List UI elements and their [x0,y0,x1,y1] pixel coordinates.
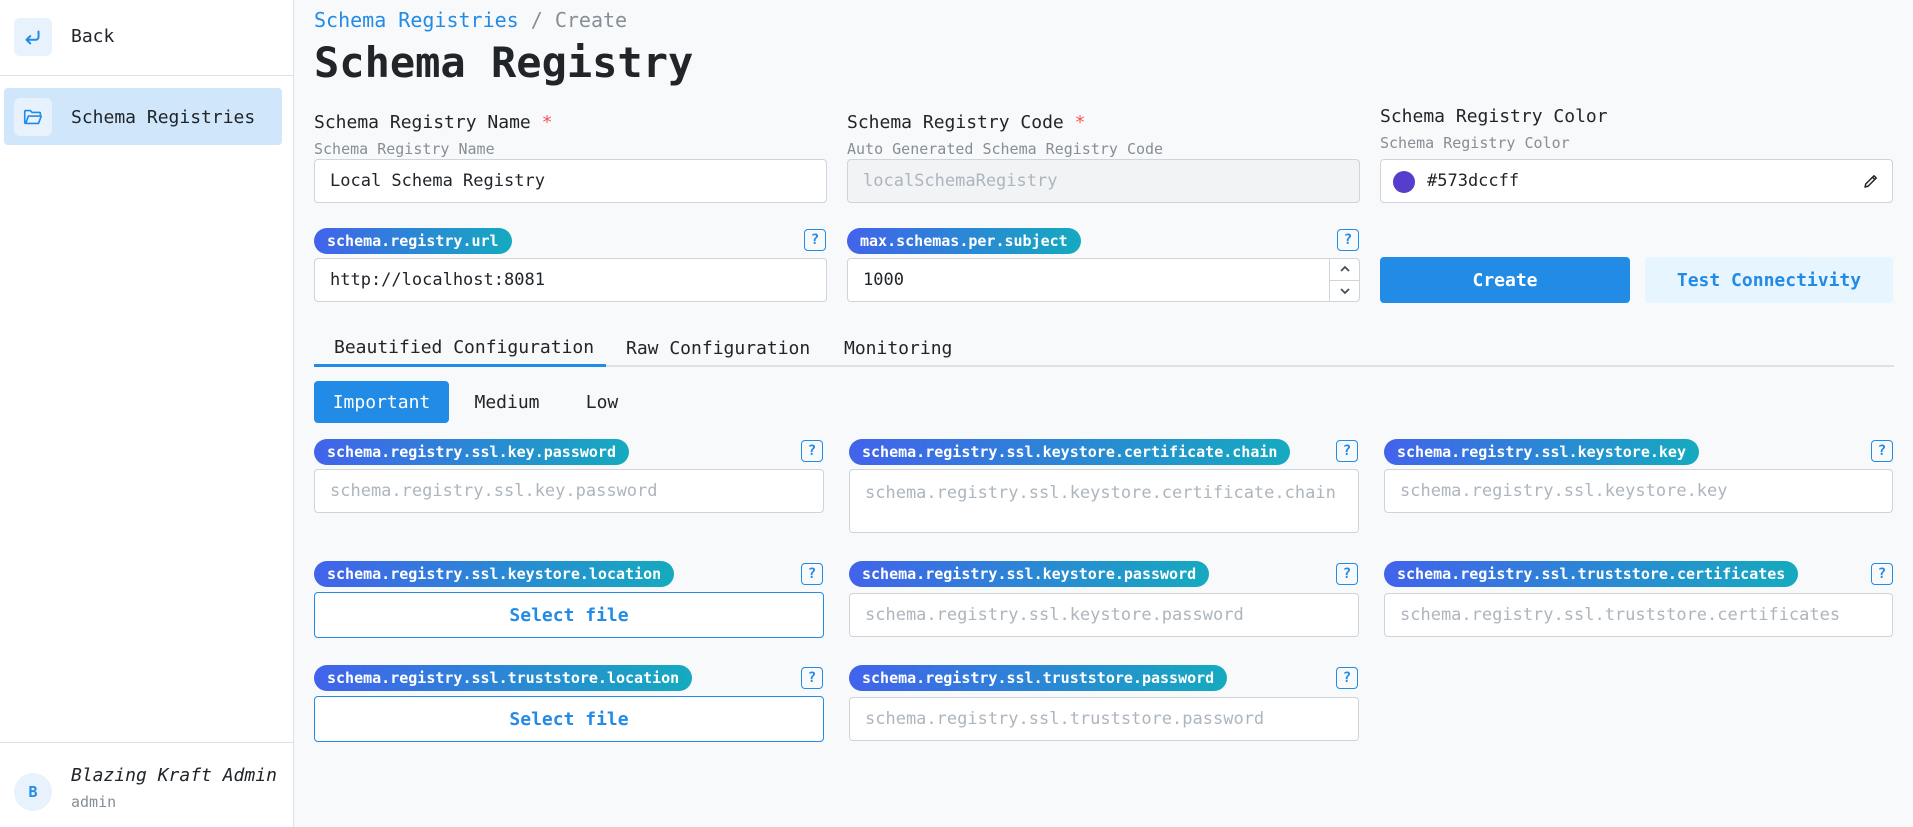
code-description: Auto Generated Schema Registry Code [847,140,1164,158]
help-icon[interactable]: ? [1337,229,1359,251]
back-arrow-icon [14,18,52,56]
back-label: Back [71,26,115,47]
ssl-keystore-certificate-chain-input[interactable]: schema.registry.ssl.keystore.certificate… [849,469,1359,533]
help-icon[interactable]: ? [801,667,823,689]
sidebar-item-label: Schema Registries [71,107,256,128]
name-label-text: Schema Registry Name [314,112,531,133]
color-swatch [1393,171,1415,193]
sidebar-item-schema-registries[interactable]: Schema Registries [4,88,282,145]
help-icon[interactable]: ? [1336,667,1358,689]
ssl-keystore-location-select-file-button[interactable]: Select file [314,592,824,638]
stepper-down-chevron-icon[interactable] [1330,279,1359,303]
help-icon[interactable]: ? [801,440,823,462]
segment-medium[interactable]: Medium [460,381,554,423]
user-role: admin [71,793,117,811]
code-input: localSchemaRegistry [847,159,1360,203]
ssl-keystore-password-tag: schema.registry.ssl.keystore.password [849,561,1210,587]
back-button[interactable]: Back [0,0,294,76]
sidebar: Back Schema Registries B Blazing Kraft A… [0,0,294,827]
test-connectivity-button[interactable]: Test Connectivity [1645,257,1893,303]
color-description: Schema Registry Color [1380,134,1570,152]
ssl-truststore-password-input[interactable]: schema.registry.ssl.truststore.password [849,697,1359,741]
segment-low[interactable]: Low [566,381,638,423]
ssl-keystore-key-input[interactable]: schema.registry.ssl.keystore.key [1384,469,1893,513]
help-icon[interactable]: ? [1871,440,1893,462]
required-marker: * [1074,112,1086,133]
required-marker: * [541,112,553,133]
user-panel[interactable]: B Blazing Kraft Admin admin [0,742,294,827]
ssl-truststore-certificates-input[interactable]: schema.registry.ssl.truststore.certifica… [1384,593,1893,637]
color-input[interactable]: #573dccff [1380,159,1893,203]
ssl-keystore-location-tag: schema.registry.ssl.keystore.location [314,561,675,587]
max-schemas-tag: max.schemas.per.subject [847,228,1081,254]
help-icon[interactable]: ? [1871,563,1893,585]
avatar: B [14,773,52,811]
code-label-text: Schema Registry Code [847,112,1064,133]
ssl-keystore-certificate-chain-tag: schema.registry.ssl.keystore.certificate… [849,439,1291,465]
help-icon[interactable]: ? [1336,440,1358,462]
name-label: Schema Registry Name * [314,112,552,133]
ssl-truststore-password-tag: schema.registry.ssl.truststore.password [849,665,1228,691]
ssl-truststore-location-select-file-button[interactable]: Select file [314,696,824,742]
folder-icon [14,98,52,136]
breadcrumb: Schema Registries / Create [314,8,627,32]
breadcrumb-link[interactable]: Schema Registries [314,8,519,32]
ssl-truststore-certificates-tag: schema.registry.ssl.truststore.certifica… [1384,561,1799,587]
ssl-key-password-tag: schema.registry.ssl.key.password [314,439,629,465]
quantity-stepper [1329,258,1359,302]
name-input[interactable]: Local Schema Registry [314,159,827,203]
url-tag: schema.registry.url [314,228,512,254]
tab-beautified-configuration[interactable]: Beautified Configuration [314,330,606,367]
user-name: Blazing Kraft Admin [71,765,277,786]
breadcrumb-separator: / [530,8,543,32]
ssl-keystore-password-input[interactable]: schema.registry.ssl.keystore.password [849,593,1359,637]
page-title: Schema Registry [314,38,694,87]
help-icon[interactable]: ? [1336,563,1358,585]
pencil-icon[interactable] [1862,172,1880,195]
ssl-key-password-input[interactable]: schema.registry.ssl.key.password [314,469,824,513]
ssl-keystore-key-tag: schema.registry.ssl.keystore.key [1384,439,1699,465]
max-schemas-input[interactable]: 1000 [847,258,1360,302]
ssl-truststore-location-tag: schema.registry.ssl.truststore.location [314,665,693,691]
tab-monitoring[interactable]: Monitoring [844,330,952,367]
tab-raw-configuration[interactable]: Raw Configuration [626,330,810,367]
color-label: Schema Registry Color [1380,106,1608,127]
help-icon[interactable]: ? [804,229,826,251]
breadcrumb-current: Create [554,8,628,32]
help-icon[interactable]: ? [801,563,823,585]
segment-important[interactable]: Important [314,381,449,423]
url-input[interactable]: http://localhost:8081 [314,258,827,302]
color-value: #573dccff [1427,171,1520,191]
create-button[interactable]: Create [1380,257,1630,303]
stepper-up-chevron-icon[interactable] [1330,258,1359,280]
code-label: Schema Registry Code * [847,112,1085,133]
name-description: Schema Registry Name [314,140,495,158]
